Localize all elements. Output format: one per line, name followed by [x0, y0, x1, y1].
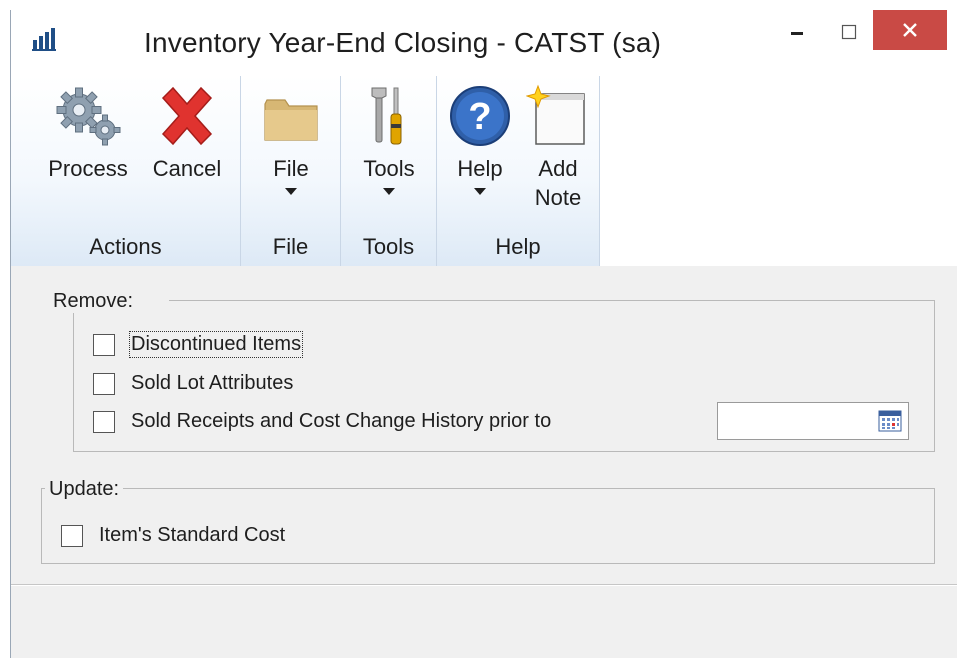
status-divider-highlight — [11, 585, 957, 586]
help-label: Help — [457, 156, 503, 181]
folder-icon — [264, 99, 318, 141]
process-button[interactable]: Process — [43, 84, 133, 184]
gears-icon — [56, 87, 121, 146]
discontinued-items-label: Discontinued Items — [128, 331, 304, 358]
ribbon-group-tools: Tools Tools — [341, 76, 437, 266]
app-chart-icon — [31, 26, 57, 52]
actions-group-label: Actions — [89, 234, 162, 259]
update-legend: Update: — [45, 478, 124, 501]
file-dropdown-arrow-icon — [285, 188, 297, 195]
tools-icon — [371, 87, 402, 145]
title-bar: Inventory Year-End Closing - CATST (sa) — [11, 10, 957, 76]
add-note-label-line2: Note — [534, 185, 582, 210]
help-dropdown-arrow-icon — [474, 188, 486, 195]
sold-receipts-option[interactable]: Sold Receipts and Cost Change History pr… — [93, 410, 551, 433]
discontinued-items-checkbox[interactable] — [93, 333, 115, 356]
items-standard-cost-label: Item's Standard Cost — [99, 524, 286, 546]
svg-text:?: ? — [468, 96, 491, 138]
inventory-year-end-closing-window: Inventory Year-End Closing - CATST (sa) — [10, 10, 957, 658]
ribbon-group-help: ? Help Add Note Help — [437, 76, 600, 266]
maximize-button[interactable] — [823, 10, 875, 54]
red-x-icon — [161, 86, 213, 146]
sold-lot-attributes-label: Sold Lot Attributes — [131, 372, 294, 394]
ribbon-group-actions: Process Cancel Actions — [11, 76, 241, 266]
sold-lot-attributes-option[interactable]: Sold Lot Attributes — [93, 372, 293, 395]
add-note-label-line1: Add — [538, 156, 578, 181]
ribbon-group-file: File File — [241, 76, 341, 266]
ribbon-empty-area — [600, 76, 957, 266]
form-content: Remove: Discontinued Items Sold Lot Attr… — [11, 266, 957, 586]
window-title: Inventory Year-End Closing - CATST (sa) — [144, 27, 662, 58]
maximize-icon — [841, 24, 857, 40]
cancel-label: Cancel — [152, 156, 222, 181]
prior-to-date-field[interactable] — [717, 402, 909, 440]
minimize-button[interactable] — [771, 10, 823, 54]
ribbon: Process Cancel Actions File File Tools T… — [11, 76, 957, 267]
close-icon — [903, 23, 917, 37]
sold-receipts-label: Sold Receipts and Cost Change History pr… — [131, 410, 552, 432]
discontinued-items-option[interactable]: Discontinued Items — [93, 331, 304, 358]
tools-menu-button[interactable]: Tools — [349, 84, 429, 195]
close-button[interactable] — [873, 10, 947, 50]
add-note-button[interactable]: Add Note — [523, 84, 593, 212]
items-standard-cost-option[interactable]: Item's Standard Cost — [61, 524, 285, 547]
tools-group-label: Tools — [362, 234, 415, 259]
sold-receipts-checkbox[interactable] — [93, 410, 115, 433]
help-menu-button[interactable]: ? Help — [447, 84, 513, 195]
file-menu-button[interactable]: File — [251, 84, 331, 195]
tools-label: Tools — [363, 156, 415, 181]
remove-legend: Remove: — [49, 290, 170, 313]
process-label: Process — [48, 156, 128, 181]
minimize-icon — [791, 32, 803, 35]
tools-dropdown-arrow-icon — [383, 188, 395, 195]
help-question-icon: ? — [450, 86, 510, 146]
calendar-icon[interactable] — [878, 410, 902, 432]
cancel-button[interactable]: Cancel — [147, 84, 227, 184]
note-icon — [526, 84, 585, 145]
items-standard-cost-checkbox[interactable] — [61, 524, 83, 547]
file-label: File — [273, 156, 309, 181]
file-group-label: File — [272, 234, 309, 259]
help-group-label: Help — [495, 234, 541, 259]
sold-lot-attributes-checkbox[interactable] — [93, 372, 115, 395]
